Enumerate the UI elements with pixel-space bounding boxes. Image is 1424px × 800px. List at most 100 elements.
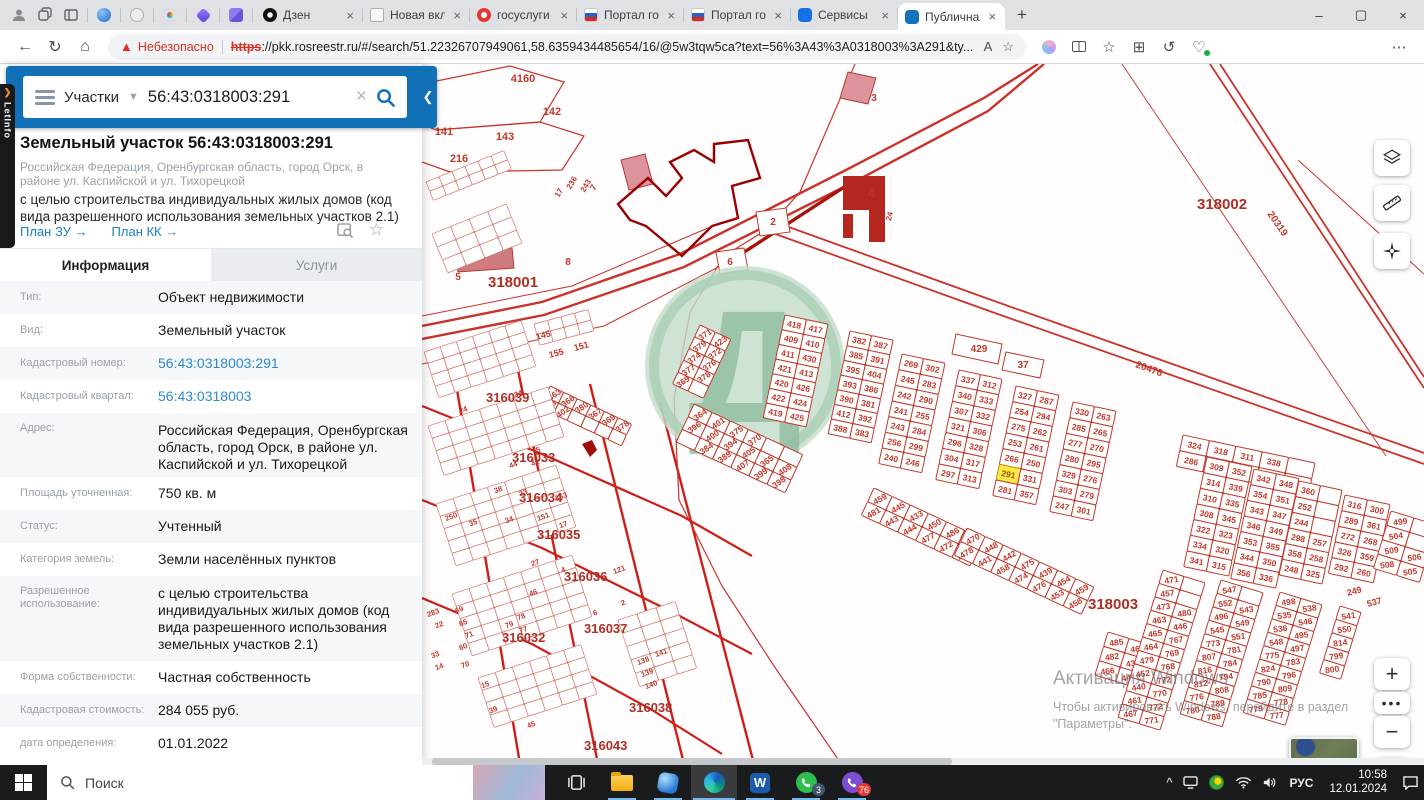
parcel-cluster[interactable]: 337 312340 333307 332321 306296 328304 317297 3… (935, 369, 1003, 489)
ring-icon[interactable] (158, 4, 182, 26)
whatsapp-taskbar-button[interactable]: 3 (783, 765, 829, 800)
clock[interactable]: 10:58 12.01.2024 (1329, 769, 1387, 796)
globe-icon[interactable] (92, 4, 116, 26)
display-tray-icon[interactable] (1183, 776, 1199, 789)
tab-close-icon[interactable]: × (772, 8, 784, 23)
browser-tab-5[interactable]: Портал госуд × (684, 0, 791, 30)
plan-link-1[interactable]: План ЗУ → (20, 224, 88, 239)
attribute-value[interactable]: 56:43:0318003 (158, 388, 410, 405)
measure-button[interactable] (1374, 185, 1410, 221)
volume-icon[interactable] (1263, 776, 1278, 789)
attribute-value: Частная собственность (158, 669, 311, 685)
taskbar-search[interactable]: Поиск (47, 765, 545, 800)
back-icon[interactable]: ← (10, 33, 40, 61)
parcel-cluster[interactable]: 327 287254 294275 262253 261266 250291 331281 3… (992, 385, 1060, 505)
chevron-down-icon[interactable]: ▼ (128, 91, 139, 103)
favorite-parcel-star-icon[interactable]: ☆ (369, 220, 384, 240)
more-tools-button[interactable]: ••• (1374, 692, 1410, 714)
letinfo-extension-tab[interactable]: ❯ LetInfo (0, 84, 15, 248)
parcel-cluster[interactable] (426, 150, 512, 201)
close-icon[interactable]: × (1382, 0, 1424, 30)
attribute-row: Тип: Объект недвижимости (0, 281, 422, 314)
clear-search-icon[interactable]: × (356, 86, 367, 108)
locate-button[interactable] (1374, 233, 1410, 269)
parcel-number: 767 (1168, 634, 1184, 646)
read-aloud-icon[interactable]: A (984, 39, 993, 54)
parcel-cluster[interactable]: 330 263285 265277 270280 295329 276303 279247 3… (1049, 401, 1117, 521)
plan-link-2[interactable]: План КК → (112, 224, 179, 239)
search-category-dropdown[interactable]: Участки (64, 89, 119, 106)
parcel-number-label: 249 (1346, 584, 1363, 598)
zoom-in-button[interactable]: + (1374, 658, 1410, 690)
browser-tab-4[interactable]: Портал госуд × (577, 0, 684, 30)
settings-more-icon[interactable]: ⋯ (1384, 33, 1414, 61)
antivirus-tray-icon[interactable] (1209, 775, 1225, 790)
explorer-taskbar-button[interactable] (599, 765, 645, 800)
collapse-panel-icon[interactable]: ❮ (421, 84, 435, 110)
browser-tab-6[interactable]: Сервисы × (791, 0, 898, 30)
parcel-cluster[interactable] (478, 644, 597, 728)
cadastral-map[interactable]: Д418 417409 410411 430421 413420 426422 424419… (422, 64, 1424, 765)
task-view-button[interactable] (553, 765, 599, 800)
vertical-tabs-icon[interactable] (59, 4, 83, 26)
tab-close-icon[interactable]: × (344, 8, 356, 23)
tab-close-icon[interactable]: × (451, 8, 463, 23)
panel-tab-services[interactable]: Услуги (211, 249, 422, 281)
parcel-cluster[interactable] (618, 601, 697, 687)
flag-favicon-icon (584, 8, 598, 22)
refresh-icon[interactable]: ↻ (40, 33, 70, 61)
favorite-star-icon[interactable]: ☆ (1002, 39, 1014, 55)
home-icon[interactable]: ⌂ (70, 33, 100, 61)
viber-taskbar-button[interactable]: 76 (829, 765, 875, 800)
browser-tab-1[interactable]: Дзен × (256, 0, 363, 30)
menu-icon[interactable] (35, 89, 55, 105)
parcel-cluster[interactable]: 541550 814799800 (1319, 605, 1362, 680)
attribute-value[interactable]: 56:43:0318003:291 (158, 355, 410, 372)
collections-icon[interactable]: ⊞ (1124, 33, 1154, 61)
browser-tab-2[interactable]: Новая вкладк × (363, 0, 470, 30)
tab-close-icon[interactable]: × (879, 8, 891, 23)
workspaces-icon[interactable] (33, 4, 57, 26)
search-input[interactable] (147, 87, 347, 107)
browser-tab-7[interactable]: Публичная ка × (898, 3, 1005, 30)
maximize-icon[interactable]: ▢ (1340, 0, 1382, 30)
diamond-icon[interactable] (191, 4, 215, 26)
start-button[interactable] (0, 765, 47, 800)
panel-tab-information[interactable]: Информация (0, 249, 211, 281)
parcel-cluster[interactable]: 4704484424754394544594784414584744764534… (954, 527, 1095, 616)
gosuslugi-favicon-icon (477, 8, 491, 22)
split-screen-icon[interactable] (1064, 33, 1094, 61)
favorites-icon[interactable]: ☆ (1094, 33, 1124, 61)
copilot-icon[interactable] (1034, 33, 1064, 61)
tiles-icon[interactable] (224, 4, 248, 26)
profile-icon[interactable] (7, 4, 31, 26)
word-taskbar-button[interactable]: W (737, 765, 783, 800)
search-icon[interactable] (376, 88, 395, 107)
parcel-cluster[interactable]: 269 302245 283242 290241 255243 284256 299240 2… (878, 353, 946, 473)
address-bar[interactable]: ▲ Небезопасно https ://pkk.rosreestr.ru/… (108, 33, 1026, 60)
hidden-icons-chevron[interactable]: ^ (1166, 775, 1172, 790)
minimize-icon[interactable]: – (1298, 0, 1340, 30)
language-indicator[interactable]: РУС (1289, 776, 1313, 790)
browser-tab-3[interactable]: госуслуги лич × (470, 0, 577, 30)
edge-taskbar-button[interactable] (691, 765, 737, 800)
photos-taskbar-button[interactable] (645, 765, 691, 800)
essentials-icon[interactable]: ♡ (1184, 33, 1214, 61)
search-highlight-art (473, 765, 545, 800)
scrollbar-thumb[interactable] (432, 758, 952, 765)
tab-close-icon[interactable]: × (986, 9, 998, 24)
new-tab-button[interactable]: + (1009, 2, 1035, 28)
parcel-cluster[interactable] (424, 320, 536, 398)
horizontal-scrollbar[interactable] (422, 758, 1424, 765)
letinfo-label: LetInfo (2, 102, 13, 139)
tab-close-icon[interactable]: × (665, 8, 677, 23)
history-icon[interactable]: ↺ (1154, 33, 1184, 61)
zoom-out-button[interactable]: − (1374, 716, 1410, 748)
smiley-icon[interactable] (125, 4, 149, 26)
layers-button[interactable] (1374, 140, 1410, 176)
wifi-icon[interactable] (1235, 776, 1252, 789)
tab-close-icon[interactable]: × (558, 8, 570, 23)
preview-document-icon[interactable] (337, 223, 354, 244)
action-center-icon[interactable] (1403, 775, 1418, 790)
parcel-number-label: 121 (612, 563, 627, 576)
